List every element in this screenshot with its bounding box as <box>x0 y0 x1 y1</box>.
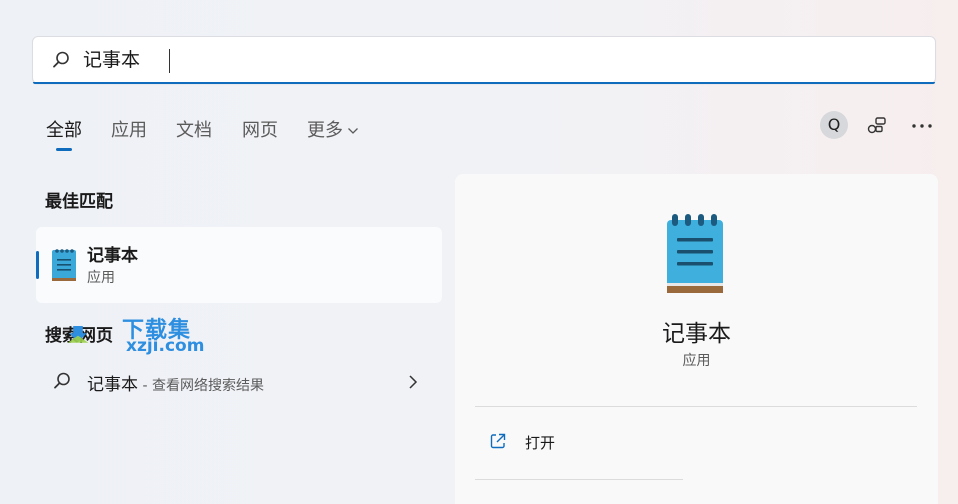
web-search-suffix: - 查看网络搜索结果 <box>138 378 264 394</box>
tab-active-indicator <box>56 148 72 151</box>
tab-documents[interactable]: 文档 <box>176 116 212 142</box>
tab-apps[interactable]: 应用 <box>111 116 147 142</box>
notepad-icon <box>52 249 76 281</box>
open-action[interactable]: 打开 <box>475 424 775 458</box>
search-icon <box>54 372 70 389</box>
connected-devices-icon[interactable] <box>865 114 889 138</box>
detail-app-name: 记事本 <box>662 321 731 347</box>
search-focus-underline <box>33 82 935 84</box>
web-search-query: 记事本 <box>87 375 138 395</box>
selection-indicator <box>36 251 39 279</box>
header-actions: Q <box>820 110 938 144</box>
text-caret <box>169 49 170 73</box>
search-box[interactable] <box>32 36 936 84</box>
result-app-type: 应用 <box>87 270 115 286</box>
best-match-result[interactable]: 记事本 应用 <box>36 227 442 303</box>
web-search-text: 记事本 - 查看网络搜索结果 <box>87 370 264 395</box>
detail-app-type: 应用 <box>682 353 711 369</box>
search-input[interactable] <box>83 37 903 83</box>
notepad-icon <box>667 214 723 293</box>
web-search-result[interactable]: 记事本 - 查看网络搜索结果 <box>36 365 442 401</box>
more-options-icon[interactable] <box>910 114 934 138</box>
search-icon <box>53 51 69 68</box>
tab-more-label: 更多 <box>307 120 343 141</box>
watermark-text-en: xzji.com <box>126 336 205 356</box>
divider <box>475 406 917 407</box>
chevron-down-icon <box>348 128 358 134</box>
open-label: 打开 <box>525 434 556 452</box>
tab-more[interactable]: 更多 <box>307 116 359 142</box>
watermark-logo <box>67 326 89 343</box>
chevron-right-icon <box>409 375 418 389</box>
divider <box>475 479 683 480</box>
avatar[interactable]: Q <box>820 111 848 139</box>
tab-all[interactable]: 全部 <box>46 116 82 142</box>
best-match-heading: 最佳匹配 <box>45 192 113 212</box>
tab-web[interactable]: 网页 <box>242 116 278 142</box>
app-detail-panel: 记事本 应用 打开 <box>455 174 938 504</box>
result-app-name: 记事本 <box>87 246 138 266</box>
open-external-icon <box>490 433 506 449</box>
